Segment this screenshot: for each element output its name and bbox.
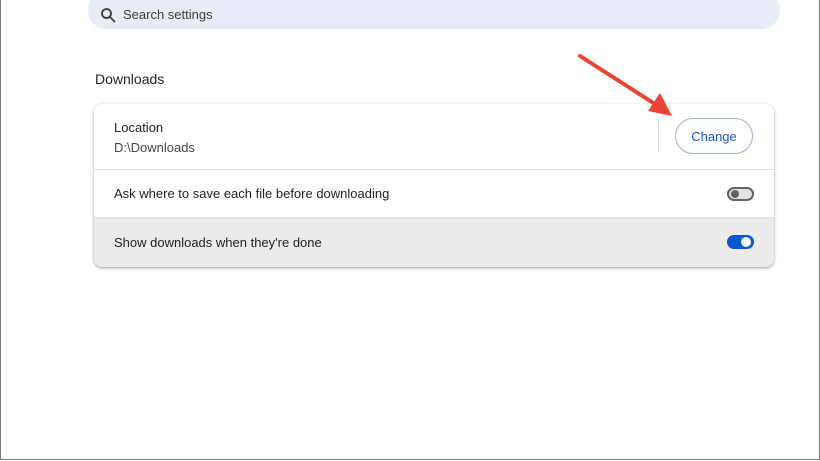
location-label: Location (114, 120, 164, 135)
downloads-card: Location D:\Downloads Change Ask where t… (94, 104, 774, 267)
toggle-knob (741, 237, 751, 247)
search-placeholder: Search settings (123, 7, 213, 22)
annotation-arrow-icon (578, 54, 672, 116)
search-settings-field[interactable]: Search settings (88, 0, 780, 29)
show-downloads-label: Show downloads when they're done (114, 235, 322, 250)
search-icon (101, 7, 116, 22)
change-location-button[interactable]: Change (675, 118, 753, 154)
ask-where-row[interactable]: Ask where to save each file before downl… (94, 170, 774, 218)
toggle-knob (731, 190, 739, 198)
show-downloads-row[interactable]: Show downloads when they're done (94, 218, 774, 267)
ask-where-toggle[interactable] (727, 187, 754, 201)
section-title-downloads: Downloads (95, 71, 165, 87)
show-downloads-toggle[interactable] (727, 235, 754, 249)
ask-where-label: Ask where to save each file before downl… (114, 186, 390, 201)
location-value: D:\Downloads (114, 140, 195, 155)
